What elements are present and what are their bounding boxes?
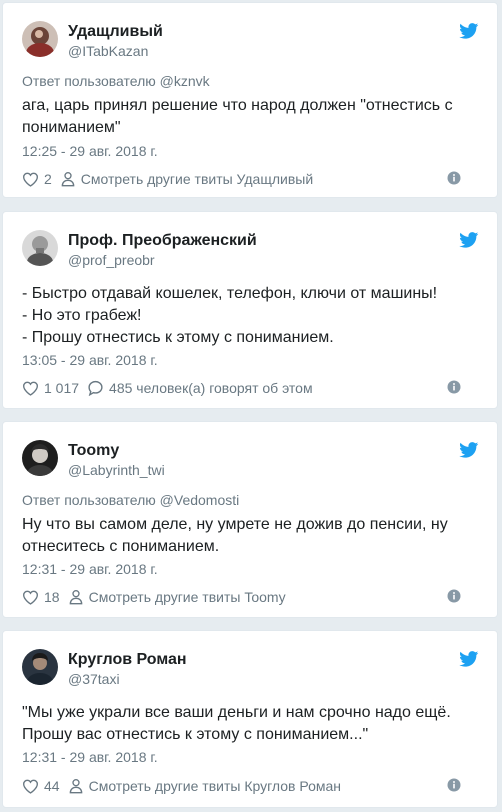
like-button[interactable]: 2 [22,171,52,187]
info-icon[interactable] [447,380,461,394]
author-name[interactable]: Круглов Роман [68,651,187,669]
like-button[interactable]: 18 [22,589,60,605]
author-handle[interactable]: @prof_preobr [68,252,155,268]
avatar[interactable] [22,649,58,685]
tweet-timestamp[interactable]: 12:31 - 29 авг. 2018 г. [22,561,158,577]
tweet-text: ага, царь принял решение что народ долже… [22,97,453,136]
comments-label: 485 человек(а) говорят об этом [109,380,313,396]
tweet-text: "Мы уже украли все ваши деньги и нам сро… [22,704,451,743]
tweet-card[interactable]: Удащливый @ITabKazan Ответ пользователю … [2,2,498,198]
author-name[interactable]: Удащливый [68,23,163,41]
tweet-card[interactable]: Проф. Преображенский @prof_preobr - Быст… [2,211,498,409]
like-button[interactable]: 44 [22,778,60,794]
tweet-actions: 1 017 485 человек(а) говорят об этом [22,378,481,398]
view-more-tweets-label: Смотреть другие твиты Toomy [88,589,286,605]
tweet-timestamp[interactable]: 12:25 - 29 авг. 2018 г. [22,143,158,159]
heart-icon [22,779,39,794]
view-more-tweets-label: Смотреть другие твиты Удащливый [80,171,314,187]
author-name[interactable]: Проф. Преображенский [68,232,257,250]
tweet-timestamp[interactable]: 13:05 - 29 авг. 2018 г. [22,352,158,368]
tweet-actions: 2 Смотреть другие твиты Удащливый [22,169,481,189]
like-count: 2 [44,171,52,187]
tweet-card[interactable]: Круглов Роман @37taxi "Мы уже украли все… [2,630,498,808]
like-count: 1 017 [44,380,80,396]
person-icon [69,779,82,794]
view-more-tweets-link[interactable]: Смотреть другие твиты Toomy [68,589,286,605]
tweet-timestamp[interactable]: 12:31 - 29 авг. 2018 г. [22,749,158,765]
tweet-text: Ну что вы самом деле, ну умрете не дожив… [22,516,448,555]
twitter-bird-icon[interactable] [459,23,479,39]
reply-to-label[interactable]: Ответ пользователю @kznvk [22,73,210,89]
info-icon[interactable] [447,589,461,603]
heart-icon [22,172,39,187]
speech-bubble-icon [88,380,103,396]
twitter-bird-icon[interactable] [459,232,479,248]
avatar[interactable] [22,230,58,266]
like-count: 44 [44,778,60,794]
tweet-actions: 18 Смотреть другие твиты Toomy [22,587,481,607]
twitter-bird-icon[interactable] [459,651,479,667]
reply-to-label[interactable]: Ответ пользователю @Vedomosti [22,492,239,508]
heart-icon [22,381,39,396]
view-more-tweets-link[interactable]: Смотреть другие твиты Круглов Роман [68,778,341,794]
person-icon [69,590,82,605]
tweet-feed: Удащливый @ITabKazan Ответ пользователю … [0,0,502,812]
tweet-card[interactable]: Toomy @Labyrinth_twi Ответ пользователю … [2,421,498,618]
author-handle[interactable]: @ITabKazan [68,43,148,59]
like-count: 18 [44,589,60,605]
tweet-actions: 44 Смотреть другие твиты Круглов Роман [22,776,481,796]
heart-icon [22,590,39,605]
twitter-bird-icon[interactable] [459,442,479,458]
avatar[interactable] [22,440,58,476]
view-more-tweets-link[interactable]: Смотреть другие твиты Удащливый [60,171,313,187]
tweet-text: - Быстро отдавай кошелек, телефон, ключи… [22,285,438,346]
like-button[interactable]: 1 017 [22,380,79,396]
author-handle[interactable]: @Labyrinth_twi [68,462,165,478]
comments-link[interactable]: 485 человек(а) говорят об этом [87,380,313,396]
info-icon[interactable] [447,778,461,792]
author-handle[interactable]: @37taxi [68,671,120,687]
avatar[interactable] [22,21,58,57]
view-more-tweets-label: Смотреть другие твиты Круглов Роман [88,778,342,794]
info-icon[interactable] [447,171,461,185]
author-name[interactable]: Toomy [68,442,119,460]
person-icon [61,172,75,187]
